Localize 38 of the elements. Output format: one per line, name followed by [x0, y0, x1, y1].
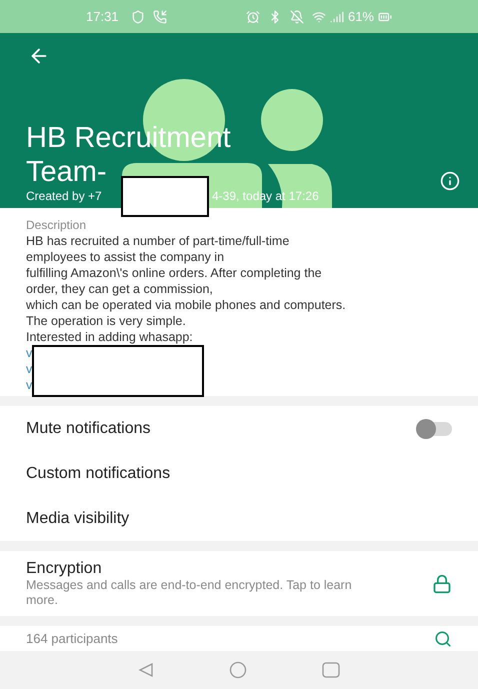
info-button[interactable]	[440, 171, 460, 191]
clock-time: 17:31	[86, 8, 119, 26]
back-nav-icon[interactable]	[138, 662, 154, 678]
phone-link[interactable]: v	[26, 345, 32, 361]
participants-count: 164 participants	[26, 630, 118, 648]
mute-toggle[interactable]	[418, 422, 452, 436]
phone-link[interactable]: v	[26, 361, 32, 377]
bell-off-icon	[290, 10, 304, 24]
description-text: Interested in adding whasapp:	[26, 329, 194, 345]
settings-label: Custom notifications	[26, 464, 170, 484]
description-text: fulfilling Amazon\'s online orders. After completing the	[26, 265, 323, 281]
description-text: HB has recruited a number of part-time/full-time	[26, 233, 290, 249]
description-label: Description	[26, 218, 88, 232]
encryption-title: Encryption	[26, 559, 103, 578]
created-info: Created by +7	[26, 188, 103, 205]
home-nav-icon[interactable]	[229, 661, 247, 679]
signal-icon	[330, 10, 344, 24]
group-title: Team-	[26, 155, 108, 189]
description-text: employees to assist the company in	[26, 249, 226, 265]
wifi-icon	[312, 10, 326, 24]
settings-row[interactable]: Media visibility	[0, 496, 478, 541]
settings-row[interactable]: Custom notifications	[0, 451, 478, 496]
alarm-icon	[246, 10, 260, 24]
search-button[interactable]	[434, 630, 452, 648]
encryption-text: Messages and calls are end-to-end encrypted. Tap to learn more.	[26, 578, 353, 608]
encryption-row[interactable]: Encryption Messages and calls are end-to-end encrypted. Tap to learn more.	[0, 551, 478, 616]
phone-link[interactable]: v	[26, 377, 32, 393]
battery-level: 61%	[348, 8, 374, 26]
recents-nav-icon[interactable]	[322, 662, 340, 678]
phone-icon	[152, 10, 167, 24]
settings-row[interactable]: Mute notifications	[0, 406, 478, 451]
lock-icon	[432, 574, 452, 594]
settings-label: Media visibility	[26, 508, 130, 528]
description-text: The operation is very simple.	[26, 313, 187, 329]
description-text: which can be operated via mobile phones and computers.	[26, 297, 347, 313]
description-text: order, they can get a commission,	[26, 281, 214, 297]
shield-icon	[130, 10, 145, 24]
settings-label: Mute notifications	[26, 418, 151, 438]
